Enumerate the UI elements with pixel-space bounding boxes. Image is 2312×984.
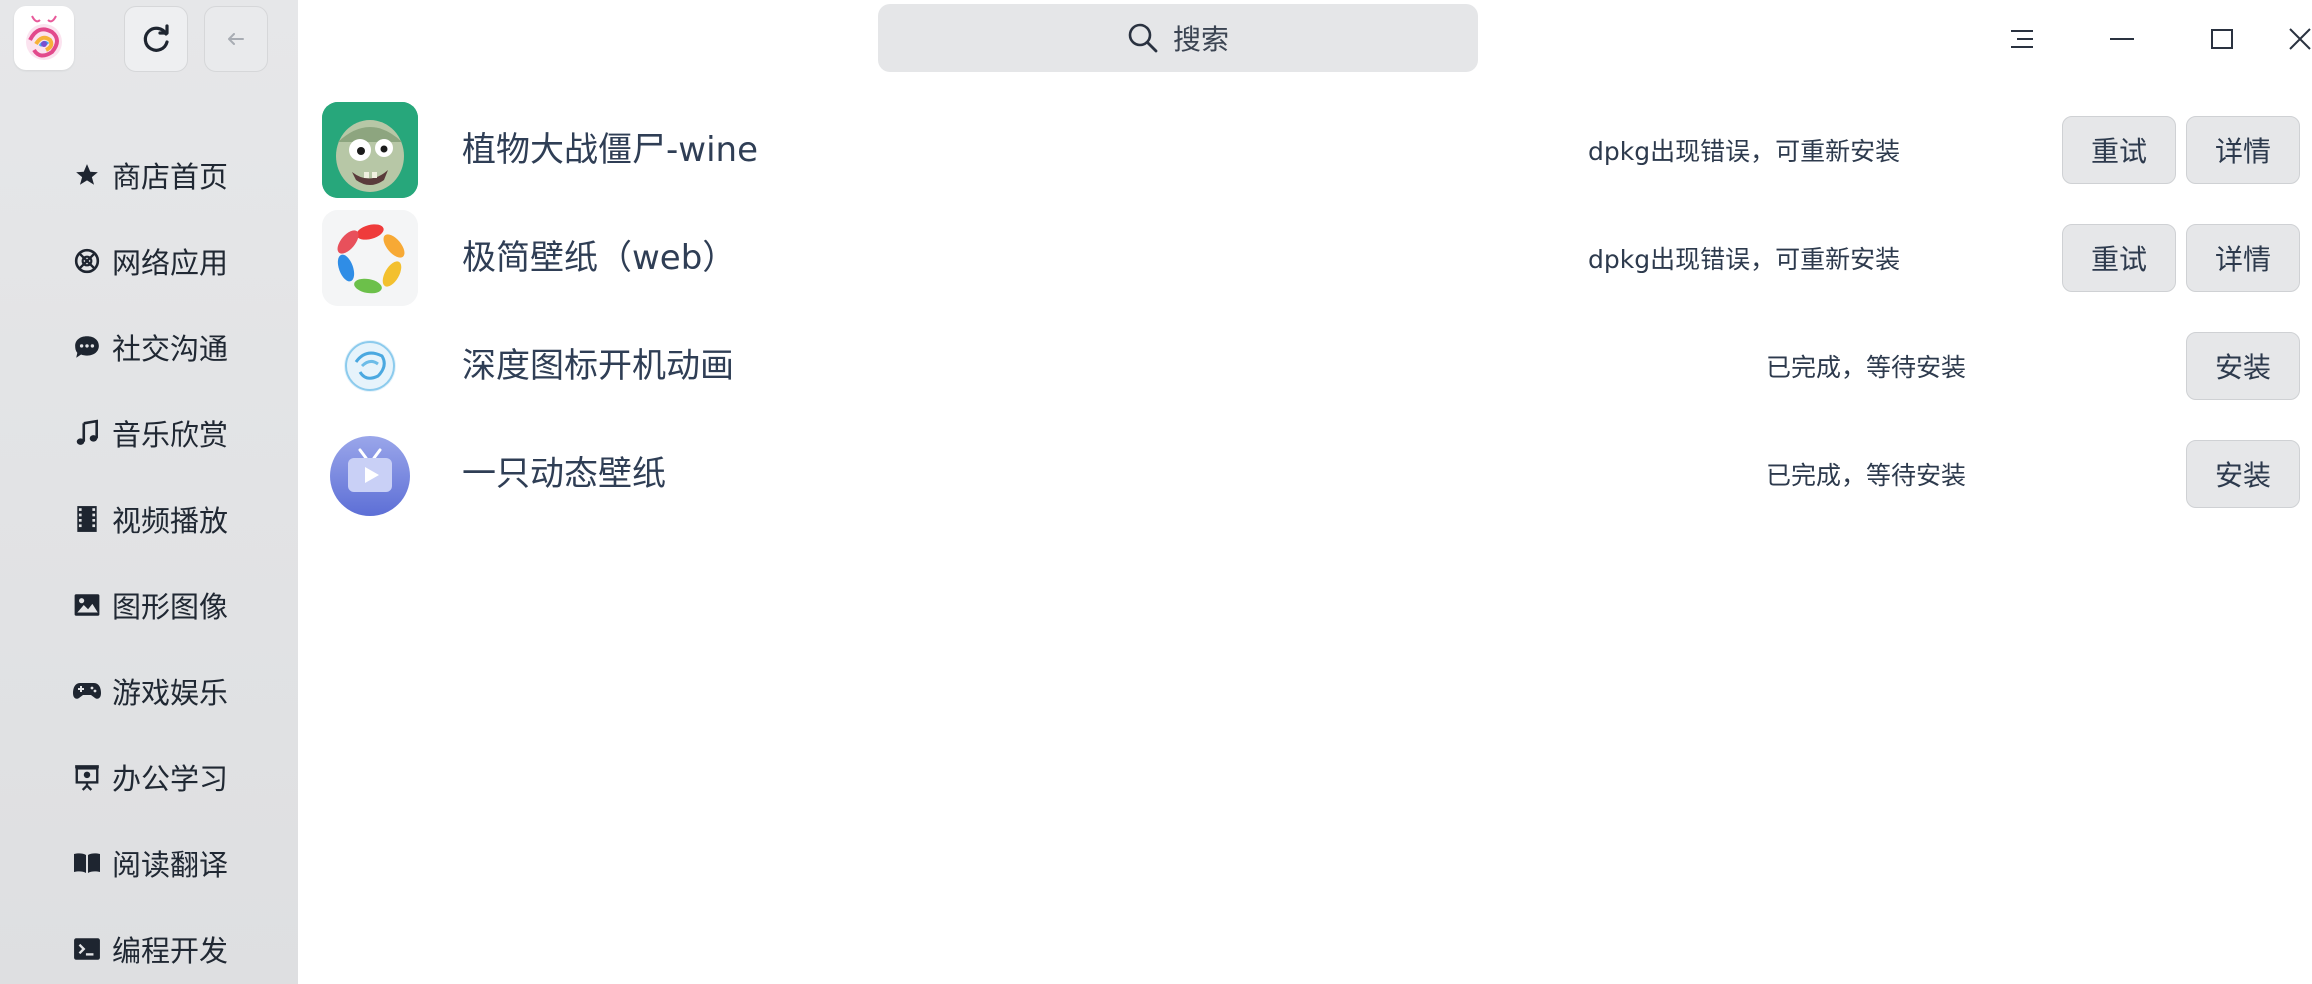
sidebar-item-games[interactable]: 游戏娱乐 bbox=[0, 648, 298, 734]
app-name: 一只动态壁纸 bbox=[462, 454, 666, 494]
list-item: 极简壁纸（web） dpkg出现错误，可重新安装 重试 详情 bbox=[298, 204, 2312, 312]
sidebar-top bbox=[14, 6, 74, 70]
wallpaper-app-icon bbox=[322, 210, 418, 306]
sidebar-item-label: 商店首页 bbox=[112, 160, 229, 194]
book-icon bbox=[72, 848, 102, 878]
status-text: 已完成，等待安装 bbox=[1766, 353, 1967, 382]
sidebar-item-label: 办公学习 bbox=[112, 762, 229, 796]
sidebar-item-graphics[interactable]: 图形图像 bbox=[0, 562, 298, 648]
details-button[interactable]: 详情 bbox=[2186, 116, 2300, 184]
image-icon bbox=[72, 590, 102, 620]
music-note-icon bbox=[72, 418, 102, 448]
search-placeholder: 搜索 bbox=[1172, 23, 1229, 56]
minimize-icon bbox=[2109, 37, 2135, 41]
details-button[interactable]: 详情 bbox=[2186, 224, 2300, 292]
star-icon bbox=[72, 160, 102, 190]
film-icon bbox=[72, 504, 102, 534]
close-button[interactable] bbox=[2272, 0, 2312, 78]
refresh-icon bbox=[139, 22, 173, 56]
sidebar-item-home[interactable]: 商店首页 bbox=[0, 132, 298, 218]
install-button[interactable]: 安装 bbox=[2186, 332, 2300, 400]
sidebar-item-music[interactable]: 音乐欣赏 bbox=[0, 390, 298, 476]
sidebar-item-video[interactable]: 视频播放 bbox=[0, 476, 298, 562]
menu-button[interactable] bbox=[1972, 0, 2072, 78]
terminal-icon bbox=[72, 934, 102, 964]
sidebar-item-network[interactable]: 网络应用 bbox=[0, 218, 298, 304]
sidebar-item-label: 社交沟通 bbox=[112, 332, 229, 366]
status-text: dpkg出现错误，可重新安装 bbox=[1588, 245, 1901, 274]
list-item: 植物大战僵尸-wine dpkg出现错误，可重新安装 重试 详情 bbox=[298, 96, 2312, 204]
back-button[interactable] bbox=[204, 6, 268, 72]
zombie-app-icon bbox=[322, 102, 418, 198]
app-name: 深度图标开机动画 bbox=[462, 346, 734, 386]
sidebar-item-label: 音乐欣赏 bbox=[112, 418, 229, 452]
chat-bubble-icon bbox=[72, 332, 102, 362]
minimize-button[interactable] bbox=[2072, 0, 2172, 78]
status-text: 已完成，等待安装 bbox=[1766, 461, 1967, 490]
sidebar-item-social[interactable]: 社交沟通 bbox=[0, 304, 298, 390]
globe-icon bbox=[72, 246, 102, 276]
sidebar-item-label: 游戏娱乐 bbox=[112, 676, 229, 710]
app-window: 商店首页 网络应用 社交沟通 音乐欣赏 视频播放 图形图像 游戏娱乐 办公学习 … bbox=[0, 0, 2312, 984]
sidebar-item-office[interactable]: 办公学习 bbox=[0, 734, 298, 820]
retry-button[interactable]: 重试 bbox=[2062, 116, 2176, 184]
menu-icon bbox=[2009, 28, 2035, 50]
sidebar-item-label: 视频播放 bbox=[112, 504, 229, 538]
sidebar-item-label: 网络应用 bbox=[112, 246, 229, 280]
search-box[interactable]: 搜索 bbox=[878, 4, 1478, 72]
download-list: 植物大战僵尸-wine dpkg出现错误，可重新安装 重试 详情 极简壁纸（we… bbox=[298, 96, 2312, 528]
sidebar-item-label: 阅读翻译 bbox=[112, 848, 229, 882]
status-text: dpkg出现错误，可重新安装 bbox=[1588, 137, 1901, 166]
maximize-icon bbox=[2210, 28, 2234, 50]
arrow-left-icon bbox=[225, 28, 247, 50]
retry-button[interactable]: 重试 bbox=[2062, 224, 2176, 292]
sidebar-item-reading[interactable]: 阅读翻译 bbox=[0, 820, 298, 906]
sidebar-item-label: 图形图像 bbox=[112, 590, 229, 624]
sidebar-item-label: 编程开发 bbox=[112, 934, 229, 968]
app-logo bbox=[14, 6, 74, 70]
sidebar: 商店首页 网络应用 社交沟通 音乐欣赏 视频播放 图形图像 游戏娱乐 办公学习 … bbox=[0, 0, 298, 984]
main-panel: 搜索 植物大战僵尸-wine dpkg出现错误，可重新安装 重试 详情 极简壁纸… bbox=[298, 0, 2312, 984]
maximize-button[interactable] bbox=[2172, 0, 2272, 78]
list-item: 深度图标开机动画 已完成，等待安装 安装 bbox=[298, 312, 2312, 420]
close-icon bbox=[2288, 27, 2312, 51]
gamepad-icon bbox=[72, 676, 102, 706]
app-name: 极简壁纸（web） bbox=[462, 238, 737, 278]
live-wallpaper-app-icon bbox=[322, 426, 418, 522]
install-button[interactable]: 安装 bbox=[2186, 440, 2300, 508]
list-item: 一只动态壁纸 已完成，等待安装 安装 bbox=[298, 420, 2312, 528]
refresh-button[interactable] bbox=[124, 6, 188, 72]
search-icon bbox=[1127, 22, 1159, 54]
category-nav: 商店首页 网络应用 社交沟通 音乐欣赏 视频播放 图形图像 游戏娱乐 办公学习 … bbox=[0, 132, 298, 984]
deepin-app-icon bbox=[322, 318, 418, 414]
app-name: 植物大战僵尸-wine bbox=[462, 130, 758, 170]
sidebar-item-development[interactable]: 编程开发 bbox=[0, 906, 298, 984]
presentation-icon bbox=[72, 762, 102, 792]
window-controls bbox=[1972, 0, 2312, 78]
